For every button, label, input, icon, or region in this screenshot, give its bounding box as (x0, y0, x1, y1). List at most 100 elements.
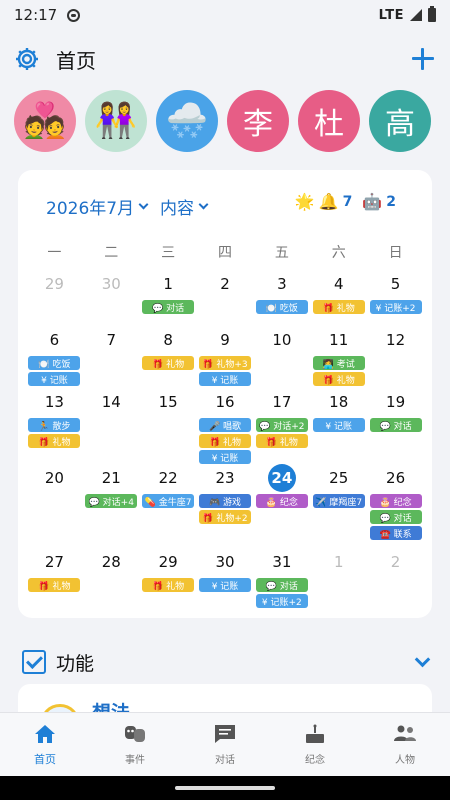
calendar-day-today[interactable]: 24 🎂 纪念 (253, 464, 310, 548)
event-tag[interactable]: 🎤 唱歌 (199, 418, 251, 432)
nav-item-anniversary[interactable]: 纪念 (270, 713, 360, 776)
battery-icon (428, 6, 436, 22)
avatar[interactable]: 🌨️ (156, 90, 218, 152)
view-label: 内容 (160, 199, 194, 219)
calendar-day[interactable]: 25 ✈️ 摩羯座7 (310, 464, 367, 548)
event-tag[interactable]: 🎁 礼物 (255, 434, 308, 448)
event-tag[interactable]: ¥ 记账+2 (255, 594, 308, 608)
calendar-day[interactable]: 27 🎁 礼物 (26, 548, 83, 612)
nav-item-people[interactable]: 人物 (360, 713, 450, 776)
calendar-week: 6 🍽️ 吃饭 ¥ 记账 7 8 🎁 礼物 9 🎁 礼物+3 ¥ 记账 10 11 👩‍💻 考试 🎁 礼… (26, 326, 424, 388)
calendar-day[interactable]: 14 (83, 388, 140, 464)
calendar-day[interactable]: 16 🎤 唱歌 🎁 礼物 ¥ 记账 (197, 388, 254, 464)
calendar-day[interactable]: 10 (253, 326, 310, 388)
calendar-day[interactable]: 2 (197, 270, 254, 326)
avatar[interactable]: 杜 (298, 90, 360, 152)
calendar-day[interactable]: 31 💬 对话 ¥ 记账+2 (253, 548, 310, 612)
event-tag[interactable]: 🎁 礼物 (312, 300, 365, 314)
calendar-day[interactable]: 3 🍽️ 吃饭 (253, 270, 310, 326)
notification-indicator-icon (67, 8, 81, 22)
event-tag[interactable]: 🎁 礼物 (28, 434, 81, 448)
calendar-day[interactable]: 29 🎁 礼物 (140, 548, 197, 612)
event-tag[interactable]: ¥ 记账+2 (369, 300, 422, 314)
calendar-day[interactable]: 9 🎁 礼物+3 ¥ 记账 (197, 326, 254, 388)
event-tag[interactable]: 🍽️ 吃饭 (255, 300, 308, 314)
avatar[interactable]: 李 (227, 90, 289, 152)
event-tag[interactable]: 💬 对话 (142, 300, 195, 314)
event-tag[interactable]: ¥ 记账 (199, 450, 251, 464)
avatar[interactable]: 👭 (85, 90, 147, 152)
calendar-day[interactable]: 13 🏃 散步 🎁 礼物 (26, 388, 83, 464)
calendar-day[interactable]: 15 (140, 388, 197, 464)
calendar-day[interactable]: 19 💬 对话 (367, 388, 424, 464)
avatar[interactable]: 高 (369, 90, 431, 152)
calendar-day[interactable]: 22 💊 金牛座7 (140, 464, 197, 548)
calendar-day[interactable]: 1 💬 对话 (140, 270, 197, 326)
event-tag[interactable]: 🎁 礼物 (199, 434, 251, 448)
avatar[interactable]: 💑 (14, 90, 76, 152)
calendar-day[interactable]: 29 (26, 270, 83, 326)
event-tag[interactable]: 💊 金牛座7 (142, 494, 195, 508)
event-tag[interactable]: 🏃 散步 (28, 418, 81, 432)
event-tag[interactable]: ✈️ 摩羯座7 (312, 494, 365, 508)
event-tag[interactable]: 👩‍💻 考试 (312, 356, 365, 370)
day-number: 22 (158, 469, 178, 487)
calendar-day[interactable]: 6 🍽️ 吃饭 ¥ 记账 (26, 326, 83, 388)
event-tag[interactable]: 🎁 礼物+2 (199, 510, 251, 524)
home-indicator[interactable] (175, 786, 275, 790)
event-tag[interactable]: 🎂 纪念 (255, 494, 308, 508)
event-tag[interactable]: 🎁 礼物 (142, 356, 195, 370)
calendar-day[interactable]: 18 ¥ 记账 (310, 388, 367, 464)
weekday-label: 日 (388, 245, 403, 261)
robot-icon[interactable]: 🤖 (362, 192, 382, 211)
event-tag[interactable]: 💬 对话 (255, 578, 308, 592)
weekday-label: 四 (218, 245, 232, 261)
calendar-day[interactable]: 28 (83, 548, 140, 612)
calendar-day[interactable]: 11 👩‍💻 考试 🎁 礼物 (310, 326, 367, 388)
calendar-day[interactable]: 20 (26, 464, 83, 548)
calendar-day[interactable]: 1 (310, 548, 367, 612)
calendar-day[interactable]: 7 (83, 326, 140, 388)
event-tag[interactable]: ☎️ 联系 (369, 526, 422, 540)
event-tag[interactable]: 🎂 纪念 (369, 494, 422, 508)
event-tag[interactable]: 🎁 礼物+3 (199, 356, 251, 370)
gear-icon[interactable] (14, 46, 40, 72)
nav-item-home[interactable]: 首页 (0, 713, 90, 776)
chevron-down-icon[interactable] (414, 651, 431, 667)
calendar-day[interactable]: 5 ¥ 记账+2 (367, 270, 424, 326)
event-tag[interactable]: 💬 对话+4 (85, 494, 138, 508)
nav-item-chat[interactable]: 对话 (180, 713, 270, 776)
event-tag[interactable]: 💬 对话+2 (255, 418, 308, 432)
calendar-day[interactable]: 30 ¥ 记账 (197, 548, 254, 612)
calendar-day[interactable]: 4 🎁 礼物 (310, 270, 367, 326)
calendar-day[interactable]: 21 💬 对话+4 (83, 464, 140, 548)
calendar-day[interactable]: 12 (367, 326, 424, 388)
event-tag[interactable]: 💬 对话 (369, 418, 422, 432)
event-tag[interactable]: 🎁 礼物 (142, 578, 195, 592)
event-tag[interactable]: 🎮 游戏 (199, 494, 251, 508)
day-number: 1 (163, 275, 173, 293)
month-selector[interactable]: 2026年7月 (46, 194, 149, 219)
event-tag[interactable]: ¥ 记账 (199, 372, 251, 386)
calendar-day[interactable]: 8 🎁 礼物 (140, 326, 197, 388)
calendar-day[interactable]: 23 🎮 游戏 🎁 礼物+2 (197, 464, 254, 548)
plus-icon[interactable] (410, 46, 436, 72)
day-number: 25 (329, 469, 349, 487)
event-tag[interactable]: ¥ 记账 (199, 578, 251, 592)
view-selector[interactable]: 内容 (160, 194, 209, 219)
calendar-day[interactable]: 17 💬 对话+2 🎁 礼物 (253, 388, 310, 464)
features-section-header: 功能 (0, 640, 450, 684)
event-tag[interactable]: ¥ 记账 (312, 418, 365, 432)
event-tag[interactable]: 🎁 礼物 (28, 578, 81, 592)
nav-item-events[interactable]: 事件 (90, 713, 180, 776)
nav-label: 对话 (215, 755, 235, 766)
calendar-day[interactable]: 30 (83, 270, 140, 326)
event-tag[interactable]: 🍽️ 吃饭 (28, 356, 81, 370)
event-tag[interactable]: 💬 对话 (369, 510, 422, 524)
bell-icon[interactable]: 🔔 (319, 192, 339, 211)
calendar-day[interactable]: 2 (367, 548, 424, 612)
event-tag[interactable]: ¥ 记账 (28, 372, 81, 386)
event-tag[interactable]: 🎁 礼物 (312, 372, 365, 386)
calendar-day[interactable]: 26 🎂 纪念 💬 对话 ☎️ 联系 (367, 464, 424, 548)
star-icon[interactable]: 🌟 (295, 192, 315, 211)
